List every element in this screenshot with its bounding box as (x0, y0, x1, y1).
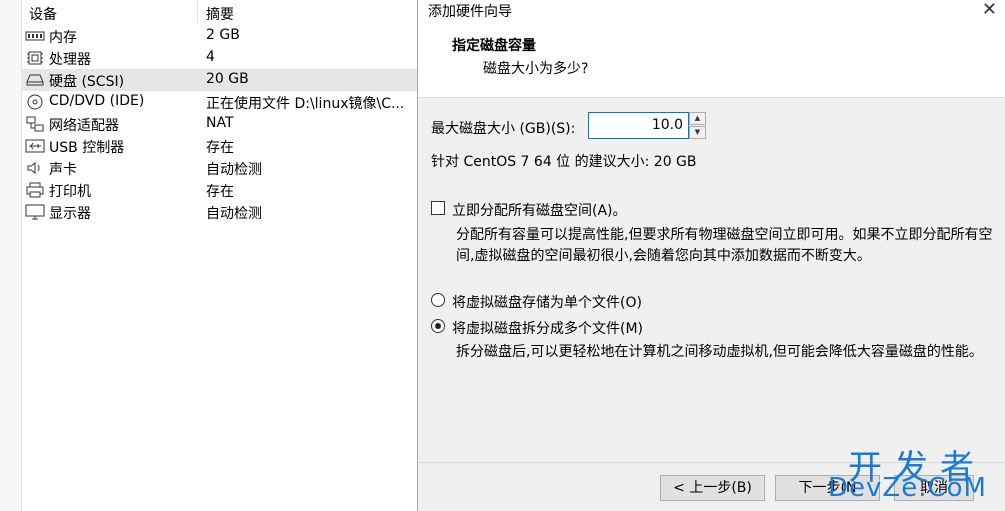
page-subtitle: 磁盘大小为多少? (483, 61, 589, 77)
network-icon (25, 116, 45, 132)
harddisk-icon (25, 72, 45, 88)
multi-file-radio[interactable] (431, 319, 445, 333)
device-row-printer[interactable]: 打印机 存在 (21, 179, 417, 201)
device-summary: NAT (206, 115, 234, 131)
device-list-header: 设备 摘要 (21, 0, 417, 23)
max-disk-size-label: 最大磁盘大小 (GB)(S): (431, 121, 576, 137)
usb-icon (25, 138, 45, 154)
single-file-label[interactable]: 将虚拟磁盘存储为单个文件(O) (452, 292, 642, 312)
wizard-header: 指定磁盘容量 磁盘大小为多少? (418, 24, 1005, 98)
spin-up-button[interactable]: ▲ (689, 112, 706, 125)
watermark-bottom: DevZe.CoM (828, 473, 987, 503)
device-row-display[interactable]: 显示器 自动检测 (21, 201, 417, 223)
device-row-cdrom[interactable]: CD/DVD (IDE) 正在使用文件 D:\linux镜像\C... (21, 91, 417, 113)
multi-file-label[interactable]: 将虚拟磁盘拆分成多个文件(M) (452, 318, 643, 338)
device-summary: 自动检测 (206, 162, 262, 178)
cdrom-icon (25, 94, 45, 110)
device-list-gutter (0, 0, 22, 511)
device-name: 打印机 (49, 184, 91, 200)
device-list-panel: 设备 摘要 内存 2 GB 处理器 4 硬盘 (SCSI) 20 GB CD/D… (0, 0, 418, 511)
device-summary: 4 (206, 49, 215, 65)
max-disk-size-input[interactable]: 10.0 (588, 112, 689, 139)
speaker-icon (25, 160, 45, 176)
device-summary: 20 GB (206, 71, 249, 87)
single-file-radio[interactable] (431, 293, 445, 307)
column-header-summary[interactable]: 摘要 (206, 4, 234, 24)
recommended-size-text: 针对 CentOS 7 64 位 的建议大小: 20 GB (431, 154, 697, 170)
wizard-titlebar: 添加硬件向导 ✕ (418, 0, 1005, 24)
device-summary: 2 GB (206, 27, 240, 43)
device-name: 显示器 (49, 206, 91, 222)
radio-selected-dot (435, 323, 441, 329)
page-title: 指定磁盘容量 (452, 38, 536, 54)
printer-icon (25, 182, 45, 198)
device-name: 内存 (49, 30, 77, 46)
device-name: 声卡 (49, 162, 77, 178)
allocate-all-label[interactable]: 立即分配所有磁盘空间(A)。 (452, 200, 627, 220)
device-rows: 内存 2 GB 处理器 4 硬盘 (SCSI) 20 GB CD/DVD (ID… (21, 25, 417, 223)
device-summary: 存在 (206, 140, 234, 156)
cpu-icon (25, 50, 45, 66)
spin-down-button[interactable]: ▼ (689, 126, 706, 139)
wizard-title: 添加硬件向导 (428, 4, 512, 20)
column-header-device[interactable]: 设备 (29, 4, 57, 24)
device-name: 处理器 (49, 52, 91, 68)
device-summary: 正在使用文件 D:\linux镜像\C... (206, 96, 405, 112)
device-row-sound[interactable]: 声卡 自动检测 (21, 157, 417, 179)
device-name: CD/DVD (IDE) (49, 93, 145, 109)
device-row-harddisk[interactable]: 硬盘 (SCSI) 20 GB (21, 69, 417, 91)
allocate-all-checkbox[interactable] (431, 201, 445, 215)
device-name: 网络适配器 (49, 118, 119, 134)
device-row-network[interactable]: 网络适配器 NAT (21, 113, 417, 135)
max-disk-size-value: 10.0 (651, 117, 683, 133)
back-button[interactable]: < 上一步(B) (660, 475, 765, 501)
monitor-icon (25, 204, 45, 220)
close-icon[interactable]: ✕ (982, 0, 997, 20)
device-summary: 存在 (206, 184, 234, 200)
add-hardware-wizard: 添加硬件向导 ✕ 指定磁盘容量 磁盘大小为多少? 最大磁盘大小 (GB)(S):… (418, 0, 1005, 511)
allocate-description: 分配所有容量可以提高性能,但要求所有物理磁盘空间立即可用。如果不立即分配所有空间… (456, 227, 993, 264)
device-summary: 自动检测 (206, 206, 262, 222)
max-disk-size-spinner: 10.0 ▲ ▼ (588, 112, 708, 139)
device-row-usb[interactable]: USB 控制器 存在 (21, 135, 417, 157)
device-row-cpu[interactable]: 处理器 4 (21, 47, 417, 69)
device-name: USB 控制器 (49, 140, 125, 156)
device-name: 硬盘 (SCSI) (49, 74, 125, 90)
column-separator[interactable] (197, 0, 198, 23)
memory-icon (25, 28, 45, 44)
device-row-memory[interactable]: 内存 2 GB (21, 25, 417, 47)
multi-file-description: 拆分磁盘后,可以更轻松地在计算机之间移动虚拟机,但可能会降低大容量磁盘的性能。 (456, 344, 983, 360)
